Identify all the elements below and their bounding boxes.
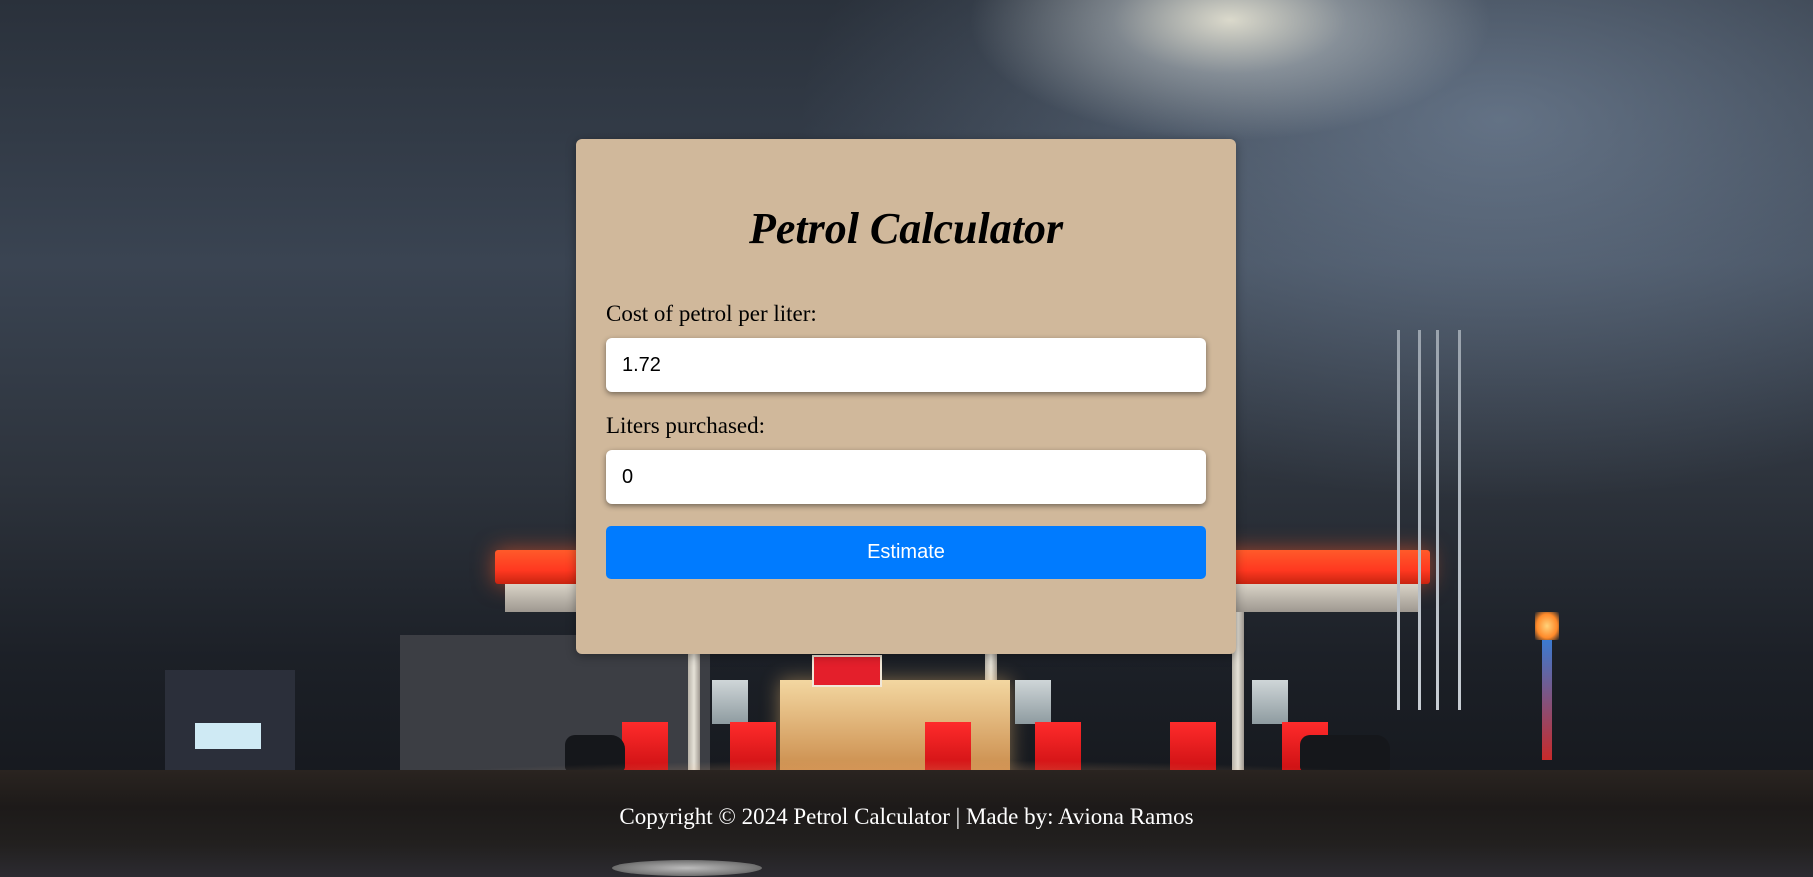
background-pole (1436, 330, 1439, 710)
background-pump-top (712, 680, 748, 724)
background-manhole (612, 860, 762, 876)
liters-purchased-input[interactable] (606, 450, 1206, 504)
footer-copyright: Copyright © 2024 Petrol Calculator | Mad… (619, 804, 1194, 829)
estimate-button[interactable]: Estimate (606, 526, 1206, 579)
calculator-card: Petrol Calculator Cost of petrol per lit… (576, 139, 1236, 654)
background-shop-sign (812, 655, 882, 687)
cost-per-liter-input[interactable] (606, 338, 1206, 392)
background-pump-top (1015, 680, 1051, 724)
background-store-window (195, 723, 261, 749)
background-pole (1418, 330, 1421, 710)
cost-per-liter-label: Cost of petrol per liter: (606, 301, 817, 326)
background-pole (1458, 330, 1461, 710)
background-pump-top (1252, 680, 1288, 724)
page-title: Petrol Calculator (748, 204, 1064, 253)
liters-purchased-label: Liters purchased: (606, 413, 766, 438)
background-pole (1397, 330, 1400, 710)
background-torch-light (1535, 612, 1559, 640)
background-light-pole (1542, 640, 1552, 760)
